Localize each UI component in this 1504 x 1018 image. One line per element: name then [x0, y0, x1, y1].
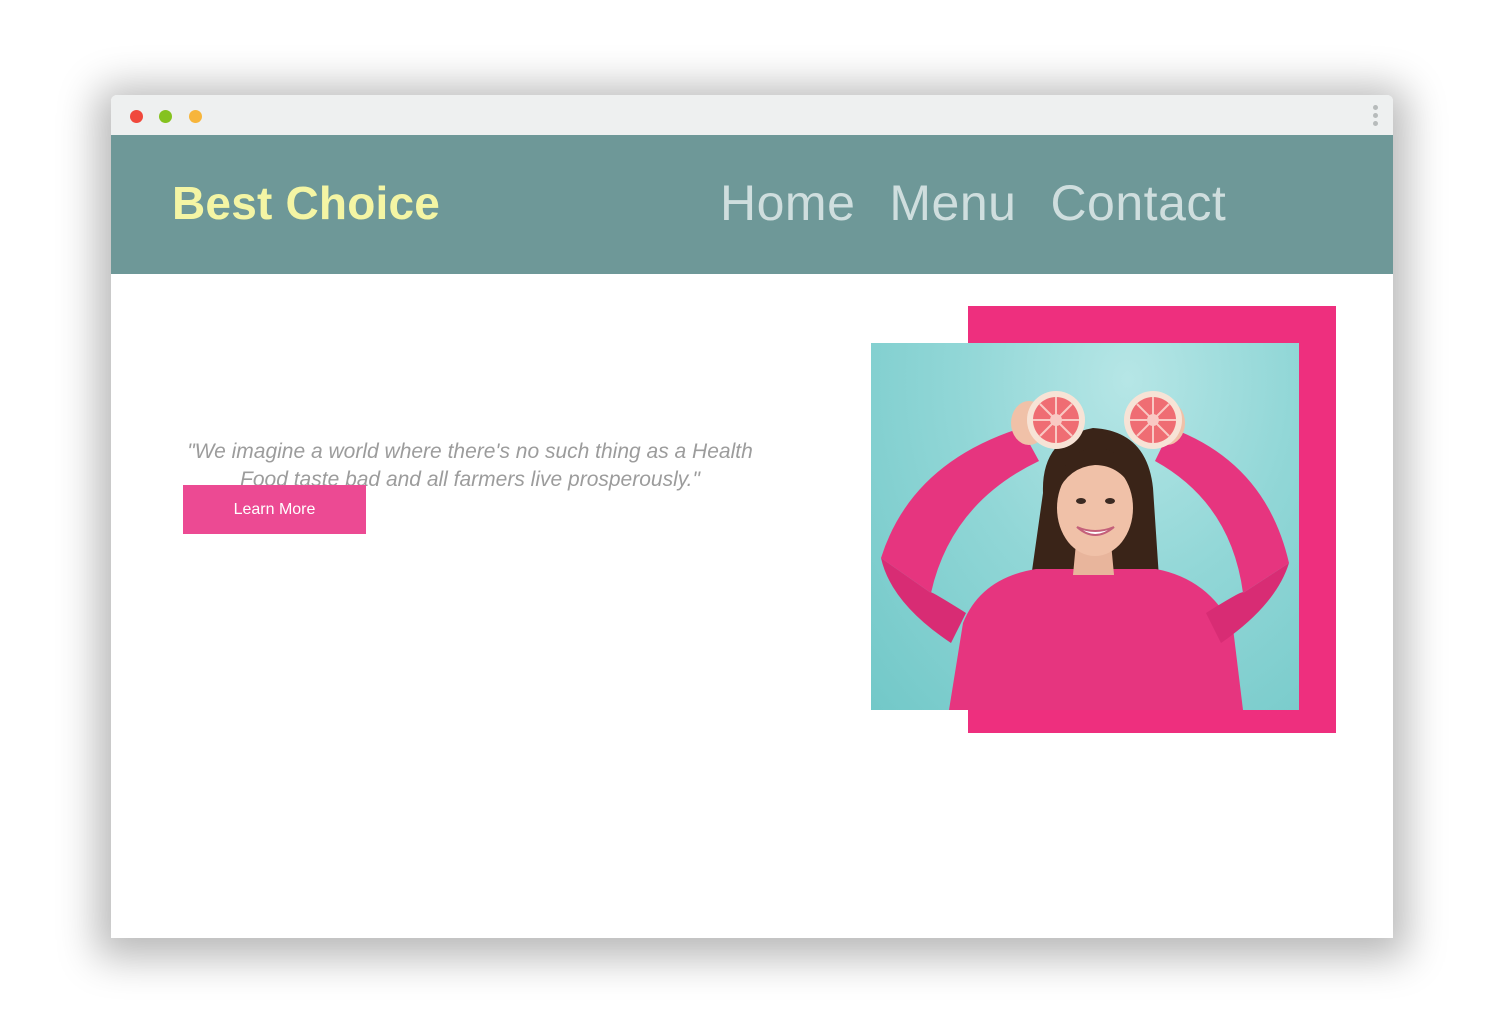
nav-contact-link[interactable]: Contact	[1050, 173, 1226, 233]
minimize-window-button[interactable]	[159, 110, 172, 123]
page-stage: Best Choice Home Menu Contact "We imagin…	[0, 0, 1504, 1018]
brand-logo[interactable]: Best Choice	[172, 173, 440, 233]
main-nav: Home Menu Contact	[720, 173, 1226, 233]
browser-window: Best Choice Home Menu Contact "We imagin…	[111, 95, 1393, 938]
window-titlebar	[111, 95, 1393, 135]
kebab-menu-icon[interactable]	[1371, 105, 1379, 129]
maximize-window-button[interactable]	[189, 110, 202, 123]
close-window-button[interactable]	[130, 110, 143, 123]
nav-home-link[interactable]: Home	[720, 173, 855, 233]
nav-menu-link[interactable]: Menu	[889, 173, 1016, 233]
site-header: Best Choice Home Menu Contact	[111, 135, 1393, 274]
woman-with-grapefruit-illustration	[881, 391, 1289, 710]
learn-more-button[interactable]: Learn More	[183, 485, 366, 534]
hero-photo	[871, 343, 1299, 710]
